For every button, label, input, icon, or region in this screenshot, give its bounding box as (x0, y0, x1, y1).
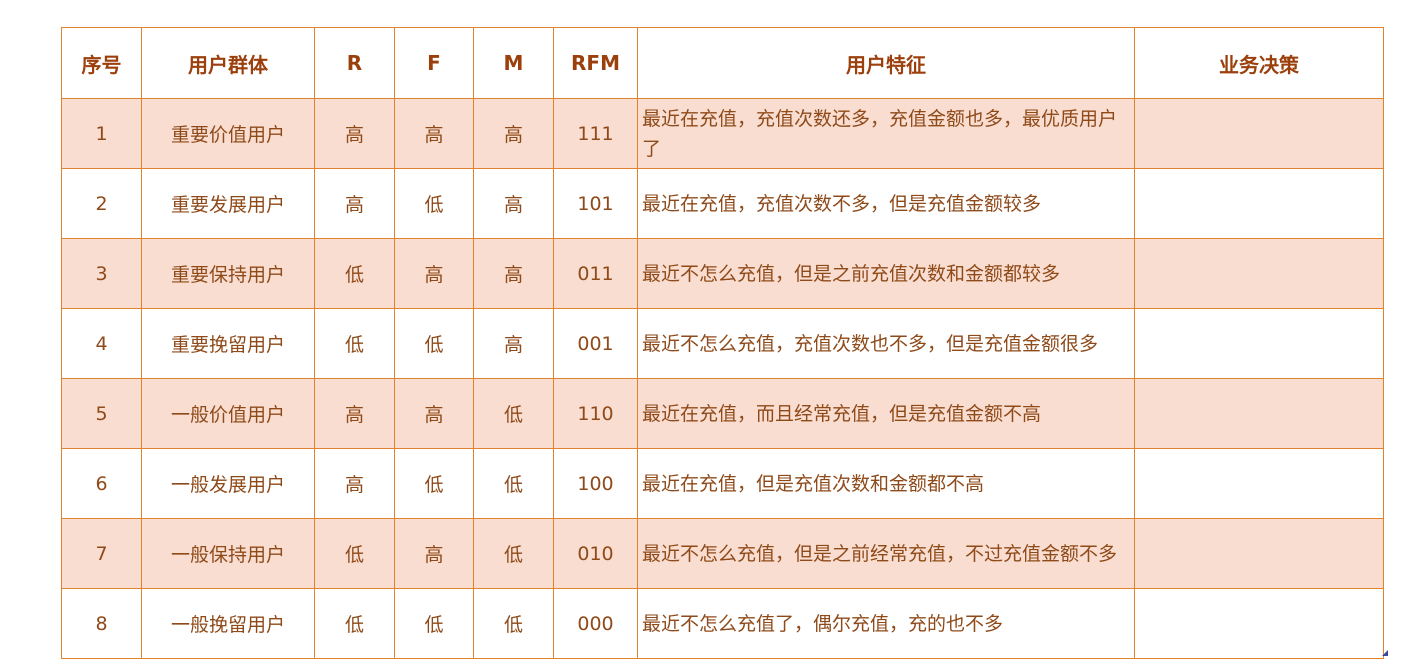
cell-r: 低 (314, 238, 395, 309)
cell-rfm: 001 (553, 308, 638, 379)
cell-index: 2 (61, 168, 142, 239)
cell-f: 高 (394, 238, 474, 309)
cell-rfm: 101 (553, 168, 638, 239)
cell-rfm: 011 (553, 238, 638, 309)
cell-m: 低 (473, 518, 554, 589)
cell-user-group: 一般挽留用户 (141, 588, 315, 659)
cell-user-feature: 最近在充值，充值次数不多，但是充值金额较多 (637, 168, 1135, 239)
cell-r: 高 (314, 168, 395, 239)
table-row: 3 重要保持用户 低 高 高 011 最近不怎么充值，但是之前充值次数和金额都较… (61, 238, 1384, 309)
cell-index: 4 (61, 308, 142, 379)
cell-r: 高 (314, 98, 395, 169)
cell-f: 高 (394, 378, 474, 449)
cell-m: 低 (473, 588, 554, 659)
cell-f: 低 (394, 308, 474, 379)
cell-rfm: 100 (553, 448, 638, 519)
header-user-feature: 用户特征 (637, 27, 1135, 99)
header-index: 序号 (61, 27, 142, 99)
cell-r: 低 (314, 588, 395, 659)
cell-index: 1 (61, 98, 142, 169)
cell-index: 8 (61, 588, 142, 659)
cell-user-group: 一般价值用户 (141, 378, 315, 449)
cell-m: 高 (473, 308, 554, 379)
cell-rfm: 111 (553, 98, 638, 169)
header-user-group: 用户群体 (141, 27, 315, 99)
cell-index: 6 (61, 448, 142, 519)
cell-m: 低 (473, 378, 554, 449)
cell-business-decision (1134, 238, 1384, 309)
cell-business-decision (1134, 98, 1384, 169)
table-row: 2 重要发展用户 高 低 高 101 最近在充值，充值次数不多，但是充值金额较多 (61, 168, 1384, 239)
cell-business-decision (1134, 168, 1384, 239)
cell-m: 高 (473, 98, 554, 169)
cell-rfm: 000 (553, 588, 638, 659)
table-row: 7 一般保持用户 低 高 低 010 最近不怎么充值，但是之前经常充值，不过充值… (61, 518, 1384, 589)
cell-user-group: 重要价值用户 (141, 98, 315, 169)
cell-user-feature: 最近不怎么充值，但是之前经常充值，不过充值金额不多 (637, 518, 1135, 589)
cell-business-decision (1134, 378, 1384, 449)
cell-r: 低 (314, 308, 395, 379)
cell-user-feature: 最近不怎么充值，但是之前充值次数和金额都较多 (637, 238, 1135, 309)
header-rfm: RFM (553, 27, 638, 99)
table-row: 5 一般价值用户 高 高 低 110 最近在充值，而且经常充值，但是充值金额不高 (61, 378, 1384, 449)
table-header-row: 序号 用户群体 R F M RFM 用户特征 业务决策 (61, 27, 1384, 99)
cell-user-feature: 最近不怎么充值，充值次数也不多，但是充值金额很多 (637, 308, 1135, 379)
cell-rfm: 010 (553, 518, 638, 589)
rfm-user-segment-table: 序号 用户群体 R F M RFM 用户特征 业务决策 1 重要价值用户 高 高… (61, 27, 1384, 659)
header-business-decision: 业务决策 (1134, 27, 1384, 99)
cell-index: 5 (61, 378, 142, 449)
cell-business-decision (1134, 308, 1384, 379)
cell-f: 低 (394, 448, 474, 519)
cell-user-group: 重要发展用户 (141, 168, 315, 239)
cell-f: 低 (394, 168, 474, 239)
cell-business-decision (1134, 588, 1384, 659)
cell-business-decision (1134, 518, 1384, 589)
cell-user-group: 一般保持用户 (141, 518, 315, 589)
cell-f: 高 (394, 518, 474, 589)
cell-index: 3 (61, 238, 142, 309)
cell-r: 低 (314, 518, 395, 589)
cell-user-feature: 最近在充值，但是充值次数和金额都不高 (637, 448, 1135, 519)
cell-f: 低 (394, 588, 474, 659)
table-row: 1 重要价值用户 高 高 高 111 最近在充值，充值次数还多，充值金额也多，最… (61, 98, 1384, 169)
cell-rfm: 110 (553, 378, 638, 449)
rfm-table-container: 序号 用户群体 R F M RFM 用户特征 业务决策 1 重要价值用户 高 高… (61, 27, 1384, 659)
cell-f: 高 (394, 98, 474, 169)
cell-m: 高 (473, 168, 554, 239)
cell-r: 高 (314, 378, 395, 449)
cell-m: 低 (473, 448, 554, 519)
cell-user-group: 重要挽留用户 (141, 308, 315, 379)
cell-user-feature: 最近在充值，而且经常充值，但是充值金额不高 (637, 378, 1135, 449)
table-row: 8 一般挽留用户 低 低 低 000 最近不怎么充值了，偶尔充值，充的也不多 (61, 588, 1384, 659)
table-row: 4 重要挽留用户 低 低 高 001 最近不怎么充值，充值次数也不多，但是充值金… (61, 308, 1384, 379)
cell-user-feature: 最近不怎么充值了，偶尔充值，充的也不多 (637, 588, 1135, 659)
header-r: R (314, 27, 395, 99)
table-row: 6 一般发展用户 高 低 低 100 最近在充值，但是充值次数和金额都不高 (61, 448, 1384, 519)
table-body: 1 重要价值用户 高 高 高 111 最近在充值，充值次数还多，充值金额也多，最… (61, 98, 1384, 659)
cell-user-group: 一般发展用户 (141, 448, 315, 519)
header-m: M (473, 27, 554, 99)
cell-index: 7 (61, 518, 142, 589)
cell-user-feature: 最近在充值，充值次数还多，充值金额也多，最优质用户了 (637, 98, 1135, 169)
cell-user-group: 重要保持用户 (141, 238, 315, 309)
cell-r: 高 (314, 448, 395, 519)
header-f: F (394, 27, 474, 99)
cell-m: 高 (473, 238, 554, 309)
cell-business-decision (1134, 448, 1384, 519)
